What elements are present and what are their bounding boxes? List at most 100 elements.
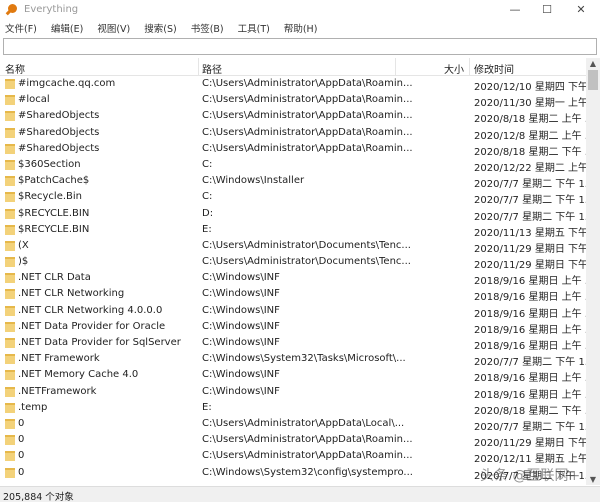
menu-tools[interactable]: 工具(T): [238, 21, 270, 35]
row-modified: 2020/8/18 星期二 上午 ...: [474, 114, 586, 126]
scroll-up-icon[interactable]: ▲: [586, 59, 600, 68]
folder-icon: [5, 176, 15, 187]
table-row[interactable]: $RECYCLE.BIN D: 2020/7/7 星期二 下午 1...: [0, 206, 586, 223]
folder-icon: [5, 273, 15, 284]
row-modified: 2020/12/8 星期二 上午 ...: [474, 130, 586, 142]
maximize-button[interactable]: ☐: [532, 0, 562, 19]
row-path: C:\Windows\INF: [202, 337, 280, 348]
row-path: C:\Windows\INF: [202, 304, 280, 316]
row-path: C:: [202, 158, 213, 170]
close-button[interactable]: ✕: [566, 0, 596, 19]
menu-view[interactable]: 视图(V): [97, 21, 130, 35]
everything-logo-icon: [5, 3, 18, 16]
column-name[interactable]: 名称: [5, 61, 25, 76]
row-modified: 2020/12/22 星期二 上午...: [474, 162, 586, 174]
table-row[interactable]: .NET Framework C:\Windows\System32\Tasks…: [0, 351, 586, 368]
folder-icon: [5, 257, 15, 268]
menu-help[interactable]: 帮助(H): [284, 21, 318, 35]
column-size[interactable]: 大小: [444, 61, 464, 76]
row-name: .NETFramework: [18, 385, 97, 397]
row-path: C:\Users\Administrator\Documents\Tenc...: [202, 256, 411, 268]
minimize-button[interactable]: —: [500, 0, 530, 19]
scroll-down-icon[interactable]: ▼: [586, 475, 600, 484]
table-row[interactable]: )$ C:\Users\Administrator\Documents\Tenc…: [0, 254, 586, 272]
table-row[interactable]: $RECYCLE.BIN E: 2020/11/13 星期五 下午...: [0, 222, 586, 239]
vertical-scrollbar[interactable]: ▲ ▼: [586, 58, 600, 485]
folder-icon: [5, 435, 15, 446]
table-row[interactable]: .NET Data Provider for Oracle C:\Windows…: [0, 319, 586, 336]
table-row[interactable]: #imgcache.qq.com C:\Users\Administrator\…: [0, 76, 586, 93]
table-row[interactable]: .NET CLR Data C:\Windows\INF 2018/9/16 星…: [0, 270, 586, 287]
row-path: C:\Windows\INF: [202, 369, 280, 381]
folder-icon: [5, 402, 15, 413]
row-path: C:\Windows\Installer: [202, 175, 305, 187]
row-name: 0: [18, 450, 25, 462]
table-row[interactable]: .NET CLR Networking C:\Windows\INF 2018/…: [0, 286, 586, 304]
table-row[interactable]: $Recycle.Bin C: 2020/7/7 星期二 下午 1...: [0, 189, 586, 207]
table-row[interactable]: .NETFramework C:\Windows\INF 2018/9/16 星…: [0, 384, 586, 401]
status-bar: 205,884 个对象: [0, 486, 600, 503]
folder-icon: [5, 467, 15, 478]
row-name: #SharedObjects: [18, 126, 100, 138]
row-path: C:\Users\Administrator\AppData\Roamin...: [202, 110, 413, 122]
row-path: C:\Users\Administrator\AppData\Roamin...: [202, 94, 413, 106]
table-row[interactable]: .NET Memory Cache 4.0 C:\Windows\INF 201…: [0, 367, 586, 385]
row-path: C:\Users\Administrator\AppData\Roamin...: [202, 78, 413, 89]
row-modified: 2020/11/29 星期日 下午...: [474, 260, 586, 272]
table-row[interactable]: .temp E: 2020/8/18 星期二 下午 ...: [0, 400, 586, 417]
folder-icon: [5, 208, 15, 219]
row-modified: 2018/9/16 星期日 上午 ...: [474, 292, 586, 304]
row-name: .NET CLR Networking: [18, 288, 125, 300]
row-name: #SharedObjects: [18, 142, 100, 154]
table-row[interactable]: (X C:\Users\Administrator\Documents\Tenc…: [0, 238, 586, 255]
row-modified: 2020/8/18 星期二 下午 ...: [474, 405, 586, 417]
folder-icon: [5, 192, 15, 203]
row-name: #imgcache.qq.com: [18, 78, 116, 89]
table-row[interactable]: 0 C:\Users\Administrator\AppData\Roamin.…: [0, 432, 586, 449]
row-modified: 2020/7/7 星期二 下午 1...: [474, 211, 586, 223]
row-name: $PatchCache$: [18, 175, 90, 187]
row-modified: 2018/9/16 星期日 上午 ...: [474, 324, 586, 336]
table-row[interactable]: #SharedObjects C:\Users\Administrator\Ap…: [0, 141, 586, 158]
folder-icon: [5, 95, 15, 106]
row-path: C:\Windows\System32\config\systempro...: [202, 466, 413, 478]
row-modified: 2020/7/7 星期二 下午 1...: [474, 179, 586, 191]
table-row[interactable]: $PatchCache$ C:\Windows\Installer 2020/7…: [0, 173, 586, 191]
table-row[interactable]: 0 C:\Users\Administrator\AppData\Roamin.…: [0, 448, 586, 465]
row-path: C:: [202, 191, 213, 203]
folder-icon: [5, 127, 15, 138]
row-name: .NET Data Provider for Oracle: [18, 320, 166, 332]
table-row[interactable]: 0 C:\Users\Administrator\AppData\Local\.…: [0, 416, 586, 433]
folder-icon: [5, 111, 15, 122]
window-title: Everything: [24, 4, 79, 15]
folder-icon: [5, 79, 15, 89]
row-name: #local: [18, 94, 50, 106]
table-row[interactable]: #SharedObjects C:\Users\Administrator\Ap…: [0, 108, 586, 126]
row-modified: 2018/9/16 星期日 上午 ...: [474, 389, 586, 401]
table-row[interactable]: #local C:\Users\Administrator\AppData\Ro…: [0, 92, 586, 109]
search-input[interactable]: [3, 38, 597, 55]
title-bar: Everything — ☐ ✕: [0, 0, 600, 19]
column-modified[interactable]: 修改时间: [474, 61, 514, 76]
row-name: $Recycle.Bin: [18, 191, 83, 203]
row-name: $RECYCLE.BIN: [18, 223, 90, 235]
row-modified: 2018/9/16 星期日 上午 ...: [474, 341, 586, 352]
menu-file[interactable]: 文件(F): [5, 21, 37, 35]
menu-bookmarks[interactable]: 书签(B): [191, 21, 224, 35]
row-name: (X: [18, 239, 29, 251]
row-path: C:\Users\Administrator\Documents\Tenc...: [202, 239, 411, 251]
folder-icon: [5, 159, 15, 170]
row-path: C:\Users\Administrator\AppData\Local\...: [202, 417, 405, 429]
row-modified: 2020/11/29 星期日 下午...: [474, 243, 586, 255]
menu-edit[interactable]: 编辑(E): [51, 21, 83, 35]
menu-search[interactable]: 搜索(S): [144, 21, 176, 35]
table-row[interactable]: $360Section C: 2020/12/22 星期二 上午...: [0, 157, 586, 174]
row-modified: 2020/7/7 星期二 下午 1...: [474, 195, 586, 207]
row-path: C:\Users\Administrator\AppData\Roamin...: [202, 450, 413, 462]
table-row[interactable]: #SharedObjects C:\Users\Administrator\Ap…: [0, 125, 586, 142]
scrollbar-thumb[interactable]: [588, 70, 598, 90]
table-row[interactable]: .NET CLR Networking 4.0.0.0 C:\Windows\I…: [0, 303, 586, 320]
row-modified: 2018/9/16 星期日 上午 ...: [474, 373, 586, 385]
table-row[interactable]: .NET Data Provider for SqlServer C:\Wind…: [0, 335, 586, 352]
column-path[interactable]: 路径: [202, 61, 222, 76]
